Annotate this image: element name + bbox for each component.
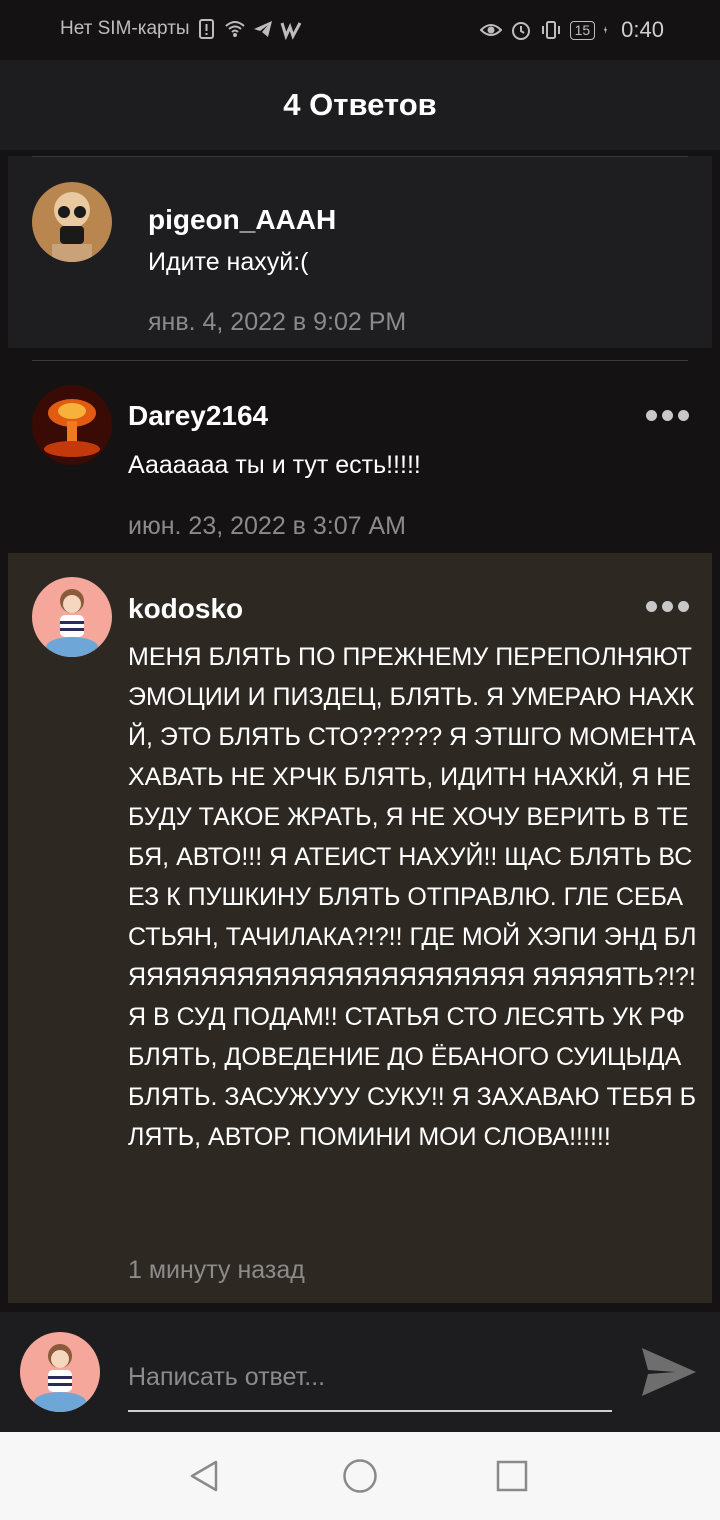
eye-icon — [479, 24, 502, 36]
avatar[interactable] — [32, 577, 112, 657]
alarm-icon — [511, 22, 530, 40]
clock: 0:40 — [621, 17, 664, 42]
battery-indicator: 15 — [569, 20, 596, 40]
comment-username[interactable]: kodosko — [128, 593, 243, 625]
more-dot-icon — [678, 410, 689, 421]
comment-item[interactable]: Darey2164 Ааааааа ты и тут есть!!!!! июн… — [8, 360, 712, 550]
w-app-icon — [280, 22, 301, 40]
wifi-icon — [224, 21, 245, 37]
back-icon[interactable] — [188, 1459, 222, 1493]
recents-icon[interactable] — [496, 1460, 528, 1492]
comment-text: Идите нахуй:( — [148, 248, 309, 276]
comment-item[interactable]: kodosko МЕНЯ БЛЯТЬ ПО ПРЕЖНЕМУ ПЕРЕПОЛНЯ… — [8, 553, 712, 1303]
home-icon[interactable] — [342, 1458, 378, 1494]
vibrate-icon — [541, 21, 560, 39]
app-header: 4 Ответов — [0, 60, 720, 150]
comment-username[interactable]: pigeon_AAAH — [148, 204, 336, 236]
more-options-button[interactable] — [646, 601, 689, 612]
telegram-icon — [253, 21, 272, 37]
divider — [32, 360, 688, 361]
status-bar: Нет SIM-карты 15 0:40 — [0, 0, 720, 60]
page-title: 4 Ответов — [283, 87, 437, 122]
current-user-avatar[interactable] — [20, 1332, 100, 1412]
avatar[interactable] — [32, 182, 112, 262]
comment-timestamp: июн. 23, 2022 в 3:07 AM — [128, 512, 407, 540]
more-options-button[interactable] — [646, 410, 689, 421]
comment-username[interactable]: Darey2164 — [128, 400, 268, 432]
avatar-image — [32, 182, 112, 262]
avatar-image — [32, 385, 112, 465]
comment-text: Ааааааа ты и тут есть!!!!! — [128, 451, 421, 479]
send-icon[interactable] — [640, 1344, 698, 1400]
more-dot-icon — [662, 601, 673, 612]
comment-timestamp: янв. 4, 2022 в 9:02 PM — [148, 308, 407, 336]
charging-icon — [604, 25, 608, 35]
sim-alert-icon — [198, 19, 214, 39]
comment-item[interactable]: pigeon_AAAH Идите нахуй:( янв. 4, 2022 в… — [8, 156, 712, 348]
more-dot-icon — [662, 410, 673, 421]
reply-input[interactable] — [128, 1344, 612, 1412]
avatar-image — [32, 577, 112, 657]
system-nav-bar — [0, 1432, 720, 1520]
more-dot-icon — [678, 601, 689, 612]
carrier-label: Нет SIM-карты — [60, 18, 190, 39]
comment-timestamp: 1 минуту назад — [128, 1256, 305, 1284]
comment-text: МЕНЯ БЛЯТЬ ПО ПРЕЖНЕМУ ПЕРЕПОЛНЯЮТ ЭМОЦИ… — [128, 643, 697, 1151]
avatar[interactable] — [32, 385, 112, 465]
avatar-image — [20, 1332, 100, 1412]
comment-list: pigeon_AAAH Идите нахуй:( янв. 4, 2022 в… — [0, 150, 720, 1310]
divider — [32, 156, 688, 157]
more-dot-icon — [646, 601, 657, 612]
more-dot-icon — [646, 410, 657, 421]
